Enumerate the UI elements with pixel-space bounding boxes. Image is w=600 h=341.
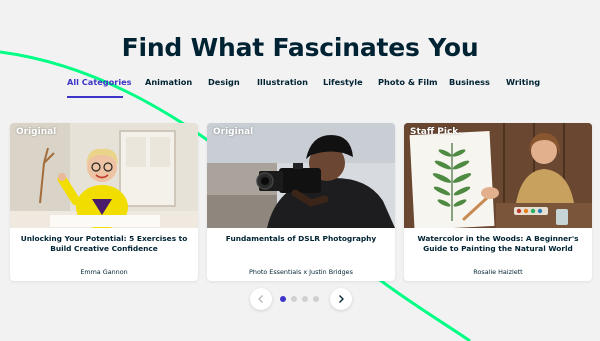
class-author: Rosalie Haizlett <box>473 268 523 276</box>
class-card-watercolor-woods[interactable]: Staff Pick. Watercolor in the Woods: A B… <box>404 123 592 281</box>
tab-animation[interactable]: Animation <box>145 77 192 87</box>
class-card-creative-confidence[interactable]: Original Unlocking Your Potential: 5 Exe… <box>10 123 198 281</box>
thumbnail-image <box>207 123 395 228</box>
tab-illustration[interactable]: Illustration <box>257 77 308 87</box>
carousel-dot-1[interactable] <box>280 296 286 302</box>
class-title: Unlocking Your Potential: 5 Exercises to… <box>20 234 188 253</box>
tab-all-categories[interactable]: All Categories <box>67 77 132 87</box>
page-title: Find What Fascinates You <box>121 33 479 62</box>
thumbnail-image <box>10 123 198 228</box>
carousel-next-button[interactable] <box>330 288 352 310</box>
badge-staff-pick: Staff Pick. <box>410 127 462 137</box>
class-author: Photo Essentials x Justin Bridges <box>249 268 353 276</box>
tab-design[interactable]: Design <box>208 77 240 87</box>
chevron-left-icon <box>258 295 263 303</box>
carousel-dot-3[interactable] <box>302 296 308 302</box>
active-tab-indicator <box>67 96 123 98</box>
chevron-right-icon <box>339 295 344 303</box>
class-title: Fundamentals of DSLR Photography <box>225 234 377 243</box>
tab-writing[interactable]: Writing <box>506 77 540 87</box>
carousel-prev-button[interactable] <box>250 288 272 310</box>
class-title: Watercolor in the Woods: A Beginner's Gu… <box>417 234 579 253</box>
class-card-dslr-photography[interactable]: Original Fundamentals of DSLR Photograph… <box>207 123 395 281</box>
tab-business[interactable]: Business <box>449 77 490 87</box>
tab-lifestyle[interactable]: Lifestyle <box>323 77 363 87</box>
class-author: Emma Gannon <box>80 268 128 276</box>
badge-original: Original <box>213 127 254 137</box>
carousel-dot-4[interactable] <box>313 296 319 302</box>
thumbnail-image <box>404 123 592 228</box>
class-thumbnail: Original <box>207 123 395 228</box>
class-thumbnail: Original <box>10 123 198 228</box>
carousel-dot-2[interactable] <box>291 296 297 302</box>
class-thumbnail: Staff Pick. <box>404 123 592 228</box>
badge-original: Original <box>16 127 57 137</box>
tab-photo-film[interactable]: Photo & Film <box>378 77 438 87</box>
